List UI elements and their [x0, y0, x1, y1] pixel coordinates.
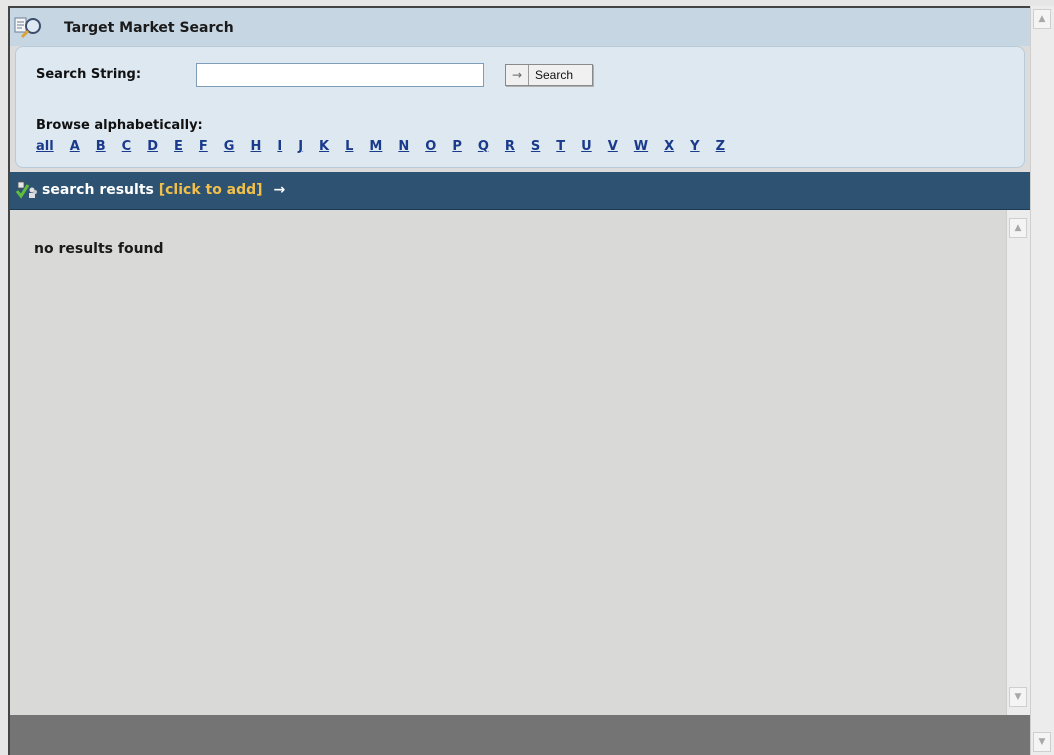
target-market-search-window: Target Market Search Search String: → Se… — [8, 6, 1030, 755]
search-string-label: Search String: — [36, 67, 142, 82]
letter-link-t[interactable]: T — [556, 139, 565, 154]
search-results-title: search results [click to add] → — [42, 182, 285, 198]
search-results-header: search results [click to add] → — [10, 172, 1030, 210]
results-area: no results found — [10, 210, 1006, 715]
click-to-add-link[interactable]: [click to add] — [159, 182, 263, 198]
letter-link-u[interactable]: U — [581, 139, 592, 154]
results-scrollbar[interactable]: ▲ ▼ — [1006, 210, 1030, 715]
search-panel: Search String: → Search Browse alphabeti… — [15, 46, 1025, 168]
letter-link-e[interactable]: E — [174, 139, 183, 154]
arrow-right-icon: → — [506, 65, 529, 85]
letter-link-h[interactable]: H — [250, 139, 261, 154]
letter-link-q[interactable]: Q — [478, 139, 489, 154]
window-title: Target Market Search — [64, 20, 234, 36]
page-scroll-down-icon[interactable]: ▼ — [1033, 732, 1051, 752]
letter-link-z[interactable]: Z — [716, 139, 725, 154]
letter-link-d[interactable]: D — [147, 139, 158, 154]
letter-link-k[interactable]: K — [319, 139, 329, 154]
letter-link-g[interactable]: G — [224, 139, 235, 154]
letter-link-f[interactable]: F — [199, 139, 208, 154]
letter-link-o[interactable]: O — [425, 139, 436, 154]
letter-link-m[interactable]: M — [369, 139, 382, 154]
alphabet-links: all A B C D E F G H I J K L M N O P Q R … — [36, 139, 741, 154]
scroll-down-icon[interactable]: ▼ — [1009, 687, 1027, 707]
footer-bar — [10, 715, 1030, 755]
no-results-message: no results found — [34, 241, 164, 257]
letter-link-n[interactable]: N — [398, 139, 409, 154]
letter-link-y[interactable]: Y — [690, 139, 699, 154]
letter-link-b[interactable]: B — [96, 139, 106, 154]
search-button-label: Search — [535, 68, 574, 82]
page-scrollbar[interactable]: ▲ ▼ — [1030, 6, 1054, 755]
search-results-label: search results — [42, 182, 154, 198]
letter-link-a[interactable]: A — [70, 139, 80, 154]
letter-link-j[interactable]: J — [298, 139, 303, 154]
letter-link-v[interactable]: V — [608, 139, 618, 154]
letter-link-p[interactable]: P — [452, 139, 462, 154]
letter-link-l[interactable]: L — [345, 139, 353, 154]
letter-link-i[interactable]: I — [277, 139, 282, 154]
letter-link-s[interactable]: S — [531, 139, 540, 154]
search-button[interactable]: → Search — [505, 64, 593, 86]
letter-link-c[interactable]: C — [122, 139, 132, 154]
scroll-up-icon[interactable]: ▲ — [1009, 218, 1027, 238]
checkmark-people-icon — [15, 181, 38, 199]
arrow-right-icon: → — [273, 182, 286, 198]
title-bar: Target Market Search — [10, 8, 1030, 46]
search-document-icon — [14, 16, 44, 40]
letter-link-r[interactable]: R — [505, 139, 515, 154]
search-input[interactable] — [196, 63, 484, 87]
letter-link-all[interactable]: all — [36, 139, 54, 154]
page-scroll-up-icon[interactable]: ▲ — [1033, 9, 1051, 29]
letter-link-x[interactable]: X — [664, 139, 674, 154]
letter-link-w[interactable]: W — [634, 139, 648, 154]
browse-alphabetically-label: Browse alphabetically: — [36, 118, 203, 133]
